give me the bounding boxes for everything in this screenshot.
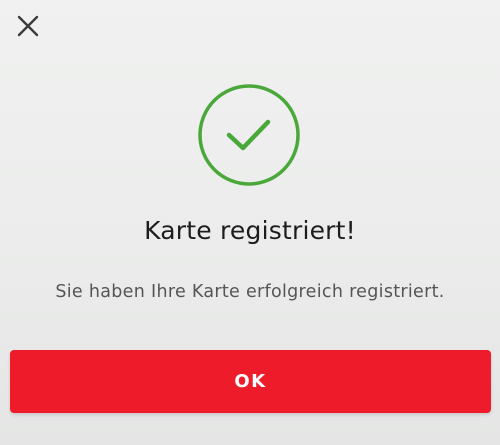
dialog-title: Karte registriert! [144, 216, 356, 245]
close-icon [17, 15, 39, 37]
close-button[interactable] [10, 8, 46, 44]
ok-button[interactable]: OK [10, 350, 491, 413]
dialog-message: Sie haben Ihre Karte erfolgreich registr… [55, 282, 445, 302]
ok-button-label: OK [234, 371, 267, 392]
checkmark-circle-icon [198, 84, 300, 186]
registration-success-screen: Karte registriert! Sie haben Ihre Karte … [0, 0, 500, 445]
